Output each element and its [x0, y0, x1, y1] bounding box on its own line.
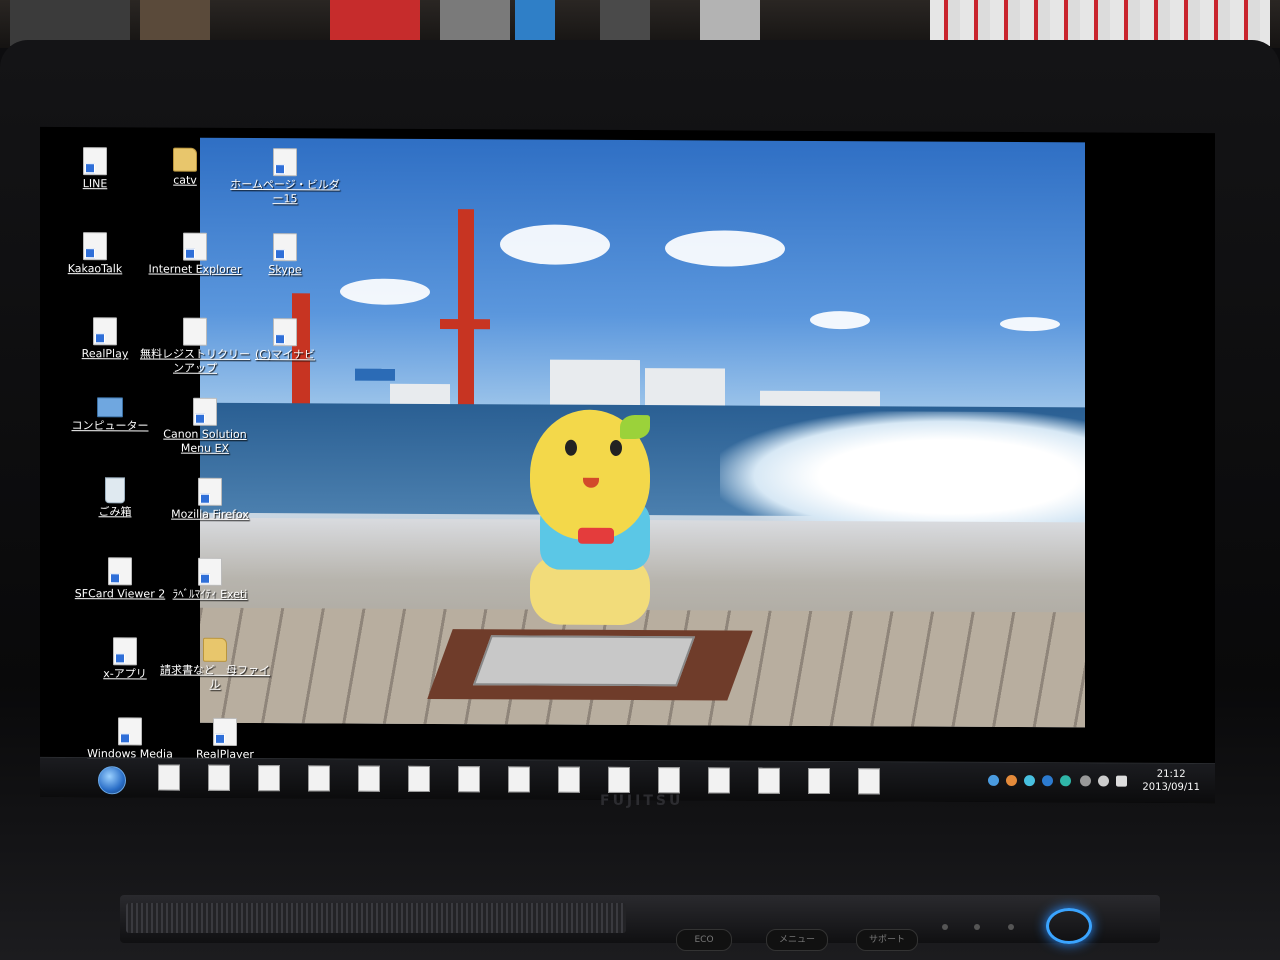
- taskbar-item-icon[interactable]: [658, 767, 680, 794]
- app-tray-icon[interactable]: [1060, 775, 1071, 787]
- shortcut-icon: [183, 317, 207, 346]
- desktop-icon[interactable]: Skype: [230, 233, 340, 278]
- desktop-icon-label: コンピューター: [71, 419, 149, 433]
- desktop-icon[interactable]: コンピューター: [55, 397, 165, 434]
- taskbar-item-icon[interactable]: [258, 765, 280, 792]
- shortcut-icon: [198, 477, 222, 506]
- shortcut-icon: [183, 232, 207, 261]
- taskbar-item-icon[interactable]: [208, 764, 230, 791]
- shortcut-icon: [193, 397, 217, 426]
- desktop-wallpaper: [200, 137, 1085, 728]
- volume-tray-icon[interactable]: [1116, 775, 1127, 787]
- computer-icon: [97, 397, 123, 418]
- network-tray-icon[interactable]: [988, 774, 999, 786]
- folder-icon: [203, 637, 227, 662]
- desktop-icon-label: Canon Solution Menu EX: [163, 427, 247, 455]
- start-button[interactable]: [98, 766, 126, 795]
- shortcut-icon: [83, 147, 107, 176]
- taskbar-item-icon[interactable]: [708, 767, 730, 794]
- desktop-icon-label: ﾗﾍﾞﾙﾏｲﾃｨ Exeti: [172, 587, 248, 602]
- indicator-led-icon: [942, 924, 948, 930]
- desktop-icon-label: ごみ箱: [98, 505, 132, 519]
- taskbar-item-icon[interactable]: [608, 766, 630, 794]
- desktop-icon[interactable]: ごみ箱: [60, 477, 170, 520]
- menu-button[interactable]: メニュー: [766, 929, 828, 951]
- speaker-grille: [126, 903, 626, 933]
- shortcut-icon: [273, 318, 297, 347]
- shortcut-icon: [108, 557, 132, 586]
- taskbar-item-icon[interactable]: [308, 765, 330, 792]
- skype-tray-icon[interactable]: [1024, 775, 1035, 787]
- brand-logo: FUJITSU: [600, 793, 684, 809]
- shortcut-icon: [213, 717, 237, 746]
- battery-tray-icon[interactable]: [1098, 775, 1109, 787]
- desktop-icon[interactable]: Mozilla Firefox: [155, 477, 265, 523]
- desktop-icon[interactable]: (C)マイナビ: [230, 318, 340, 363]
- taskbar-item-icon[interactable]: [358, 765, 380, 792]
- indicator-led-icon: [1008, 924, 1014, 930]
- desktop-icon-label: catv: [173, 173, 197, 187]
- indicator-led-icon: [974, 924, 980, 930]
- taskbar-item-icon[interactable]: [558, 766, 580, 793]
- clock-date: 2013/09/11: [1142, 781, 1200, 793]
- taskbar-item-icon[interactable]: [458, 766, 480, 793]
- shortcut-icon: [113, 637, 137, 666]
- desktop-icon-label: 請求書など 母ファイル: [160, 663, 270, 691]
- taskbar-item-icon[interactable]: [408, 765, 430, 792]
- shortcut-icon: [198, 557, 222, 586]
- desktop-icon[interactable]: Canon Solution Menu EX: [150, 397, 260, 456]
- shortcut-icon: [273, 148, 297, 177]
- desktop-icon-label: (C)マイナビ: [254, 348, 316, 362]
- desktop-icon[interactable]: RealPlayer: [170, 717, 280, 763]
- eco-button[interactable]: ECO: [676, 929, 732, 951]
- clock-time: 21:12: [1156, 768, 1186, 780]
- taskbar-item-icon[interactable]: [808, 767, 830, 795]
- desktop-icon[interactable]: catv: [130, 147, 240, 188]
- taskbar-item-icon[interactable]: [158, 764, 180, 791]
- desktop-icon[interactable]: ホームページ・ビルダー15: [230, 148, 340, 207]
- desktop-icon-label: Skype: [268, 263, 302, 277]
- taskbar-item-icon[interactable]: [858, 768, 880, 795]
- power-button[interactable]: [1046, 908, 1092, 944]
- desktop-icon[interactable]: ﾗﾍﾞﾙﾏｲﾃｨ Exeti: [155, 557, 265, 603]
- shortcut-icon: [93, 317, 117, 346]
- support-button[interactable]: サポート: [856, 929, 918, 951]
- desktop-icon[interactable]: KakaoTalk: [40, 232, 150, 277]
- desktop-icon-label: Mozilla Firefox: [171, 507, 249, 522]
- shortcut-icon: [83, 232, 107, 261]
- desktop-icon-label: ホームページ・ビルダー15: [230, 177, 340, 206]
- taskbar-item-icon[interactable]: [508, 766, 530, 793]
- taskbar-item-icon[interactable]: [758, 767, 780, 794]
- shortcut-icon: [118, 717, 142, 746]
- shortcut-icon: [273, 233, 297, 262]
- recycle-bin-icon: [105, 477, 125, 504]
- laptop-screen: LINE catv ホームページ・ビルダー15 KakaoTalk Internet E…: [40, 126, 1215, 804]
- bluetooth-tray-icon[interactable]: [1042, 775, 1053, 787]
- taskbar-clock[interactable]: 21:12 2013/09/11: [1142, 768, 1200, 794]
- desktop-icon[interactable]: 請求書など 母ファイル: [160, 637, 270, 693]
- desktop-icon-label: KakaoTalk: [67, 262, 123, 276]
- firefox-tray-icon[interactable]: [1006, 774, 1017, 787]
- folder-icon: [173, 147, 197, 172]
- flag-tray-icon[interactable]: [1080, 775, 1091, 787]
